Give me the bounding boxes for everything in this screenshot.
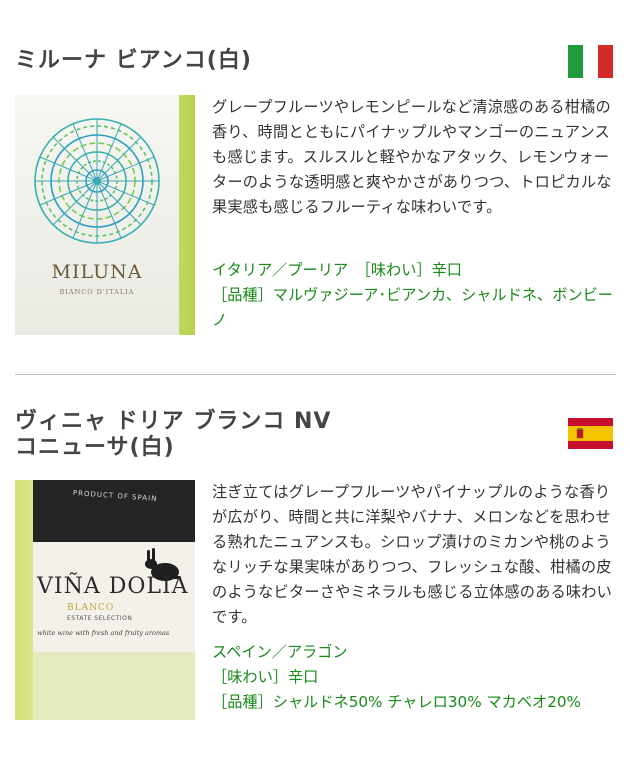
grape-varieties: ［品種］マルヴァジーア･ビアンカ、シャルドネ、ボンビーノ	[212, 286, 613, 329]
taste-line: ［味わい］辛口	[212, 668, 319, 686]
wine-title: ヴィニャ ドリア ブランコ NV コニューサ(白)	[15, 409, 331, 461]
label-blanco-text: BLANCO	[67, 603, 114, 613]
wine-title: ミルーナ ビアンコ(白)	[15, 48, 252, 73]
wine-meta: イタリア／プーリア ［味わい］辛口 ［品種］マルヴァジーア･ビアンカ、シャルドネ…	[212, 258, 616, 333]
label-brand-text: VIÑA DOLIA	[36, 571, 189, 599]
wine-title-line-2: コニューサ(白)	[15, 435, 175, 460]
label-brand-text: MILUNA	[52, 261, 143, 283]
wine-item-vina-dolia: ヴィニャ ドリア ブランコ NV コニューサ(白) PRODUCT OF SPA…	[0, 375, 630, 769]
wine-item-miluna: ミルーナ ビアンコ(白) MILUNA BIANCO D'ITALIA グレープ…	[0, 0, 630, 374]
wine-description: 注ぎ立てはグレープフルーツやパイナップルのような香りが広がり、時間と共に洋梨やバ…	[212, 483, 613, 626]
label-estate-text: ESTATE SELECTION	[67, 615, 132, 622]
wine-description: グレープフルーツやレモンピールなど清涼感のある柑橘の香り、時間とともにパイナップ…	[212, 98, 612, 216]
spain-flag-icon	[568, 418, 613, 449]
wine-meta: スペイン／アラゴン ［味わい］辛口 ［品種］シャルドネ50% チャレロ30% マ…	[212, 640, 616, 715]
origin-taste-line: イタリア／プーリア ［味わい］辛口	[212, 261, 462, 279]
origin-line: スペイン／アラゴン	[212, 643, 348, 661]
italy-flag-icon	[568, 45, 613, 78]
wine-title-line-1: ヴィニャ ドリア ブランコ NV	[15, 409, 332, 434]
wine-bottle-photo: PRODUCT OF SPAIN VIÑA DOLIA BLANCO ESTAT…	[15, 480, 195, 720]
grape-varieties: ［品種］シャルドネ50% チャレロ30% マカベオ20%	[212, 693, 581, 711]
label-sub-text: BIANCO D'ITALIA	[60, 288, 135, 296]
wine-bottle-photo: MILUNA BIANCO D'ITALIA	[15, 95, 195, 335]
label-script-text: white wine with fresh and fruity aromas	[37, 629, 170, 637]
